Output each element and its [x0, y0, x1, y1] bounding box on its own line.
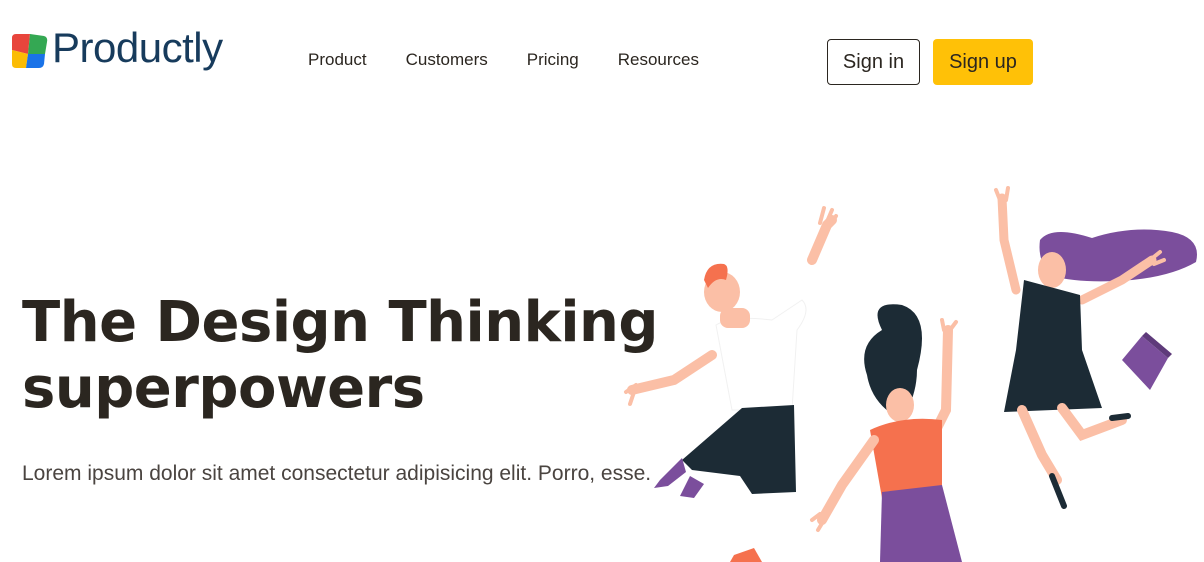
jumping-man-figure — [624, 206, 838, 498]
site-header: Productly Product Customers Pricing Reso… — [0, 0, 1204, 120]
hero-title-line-1: The Design Thinking — [22, 290, 659, 355]
productly-logo-icon — [12, 34, 48, 68]
jumping-woman-center-figure — [810, 304, 962, 562]
sign-up-button[interactable]: Sign up — [933, 39, 1033, 85]
nav-item-pricing[interactable]: Pricing — [527, 50, 579, 70]
hero-subtitle: Lorem ipsum dolor sit amet consectetur a… — [22, 462, 652, 485]
jumping-woman-right-figure — [994, 186, 1197, 509]
sign-in-button[interactable]: Sign in — [827, 39, 920, 85]
hero-title-line-2: superpowers — [22, 356, 425, 421]
brand-name: Productly — [52, 24, 223, 71]
brand-logo[interactable]: Productly — [8, 24, 223, 72]
nav-item-resources[interactable]: Resources — [618, 50, 699, 70]
jumping-people-illustration — [624, 186, 1197, 562]
floating-paper-icon — [730, 548, 762, 562]
main-nav: Product Customers Pricing Resources — [308, 50, 699, 70]
hero-title: The Design Thinking superpowers — [22, 290, 659, 422]
floating-book-icon — [1122, 332, 1172, 390]
nav-item-product[interactable]: Product — [308, 50, 367, 70]
nav-item-customers[interactable]: Customers — [406, 50, 488, 70]
